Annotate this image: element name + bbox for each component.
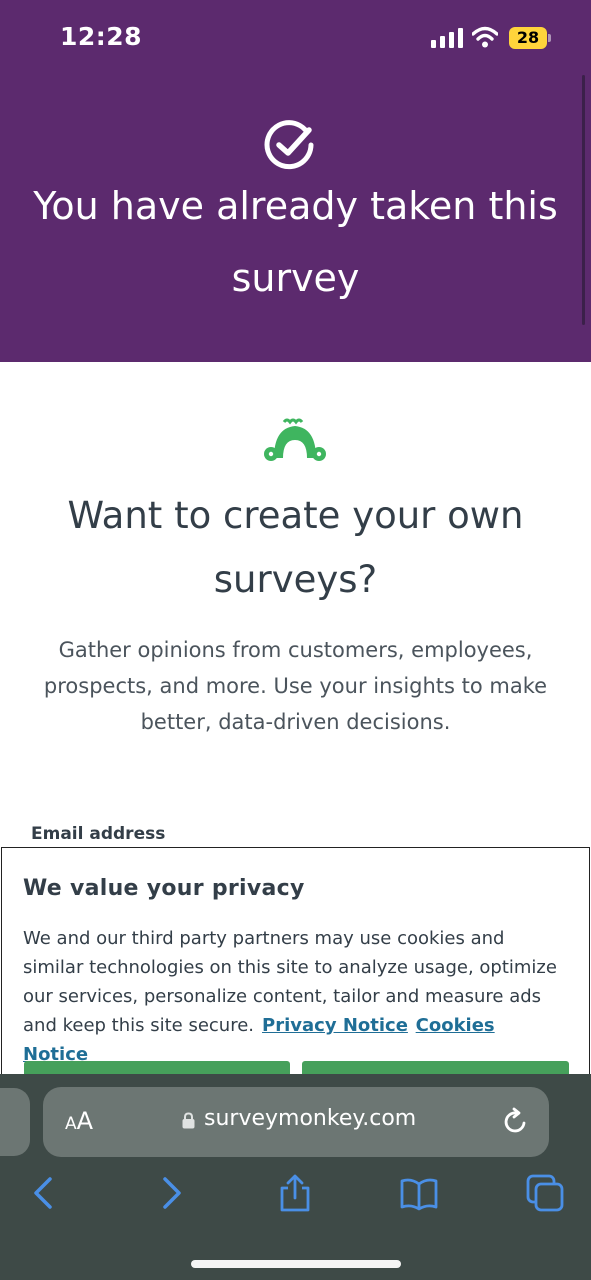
privacy-notice-link[interactable]: Privacy Notice (262, 1015, 408, 1036)
survey-complete-header: 12:28 28 You have already taken this sur… (0, 0, 591, 362)
status-time: 12:28 (60, 22, 143, 51)
status-bar: 12:28 28 (0, 0, 591, 325)
text-size-button[interactable]: AA (65, 1107, 93, 1135)
wifi-icon (472, 26, 498, 48)
battery-level: 28 (516, 28, 540, 47)
battery-icon: 28 (509, 27, 551, 49)
address-bar[interactable]: AA surveymonkey.com (43, 1087, 549, 1157)
browser-toolbar: AA surveymonkey.com (0, 1074, 591, 1280)
bookmarks-icon[interactable] (400, 1174, 438, 1212)
surveymonkey-logo-icon (264, 418, 326, 461)
cellular-signal-icon (431, 28, 463, 48)
privacy-consent-dialog: We value your privacy We and our third p… (1, 847, 590, 1091)
previous-tab-preview[interactable] (0, 1088, 30, 1156)
privacy-title: We value your privacy (23, 876, 305, 901)
share-icon[interactable] (276, 1174, 314, 1212)
privacy-body: We and our third party partners may use … (23, 924, 563, 1069)
scroll-indicator (582, 75, 585, 325)
url-text: surveymonkey.com (204, 1106, 417, 1131)
reload-icon[interactable] (501, 1107, 531, 1137)
lock-icon (182, 1112, 195, 1129)
promo-description: Gather opinions from customers, employee… (43, 638, 548, 734)
page-title: You have already taken this survey (33, 184, 558, 300)
tabs-icon[interactable] (526, 1174, 564, 1212)
back-icon[interactable] (25, 1174, 63, 1212)
forward-icon[interactable] (152, 1174, 190, 1212)
check-circle-icon (264, 120, 314, 170)
home-indicator[interactable] (191, 1260, 401, 1268)
promo-heading: Want to create your own surveys? (67, 494, 524, 601)
email-field-label: Email address (31, 824, 166, 844)
